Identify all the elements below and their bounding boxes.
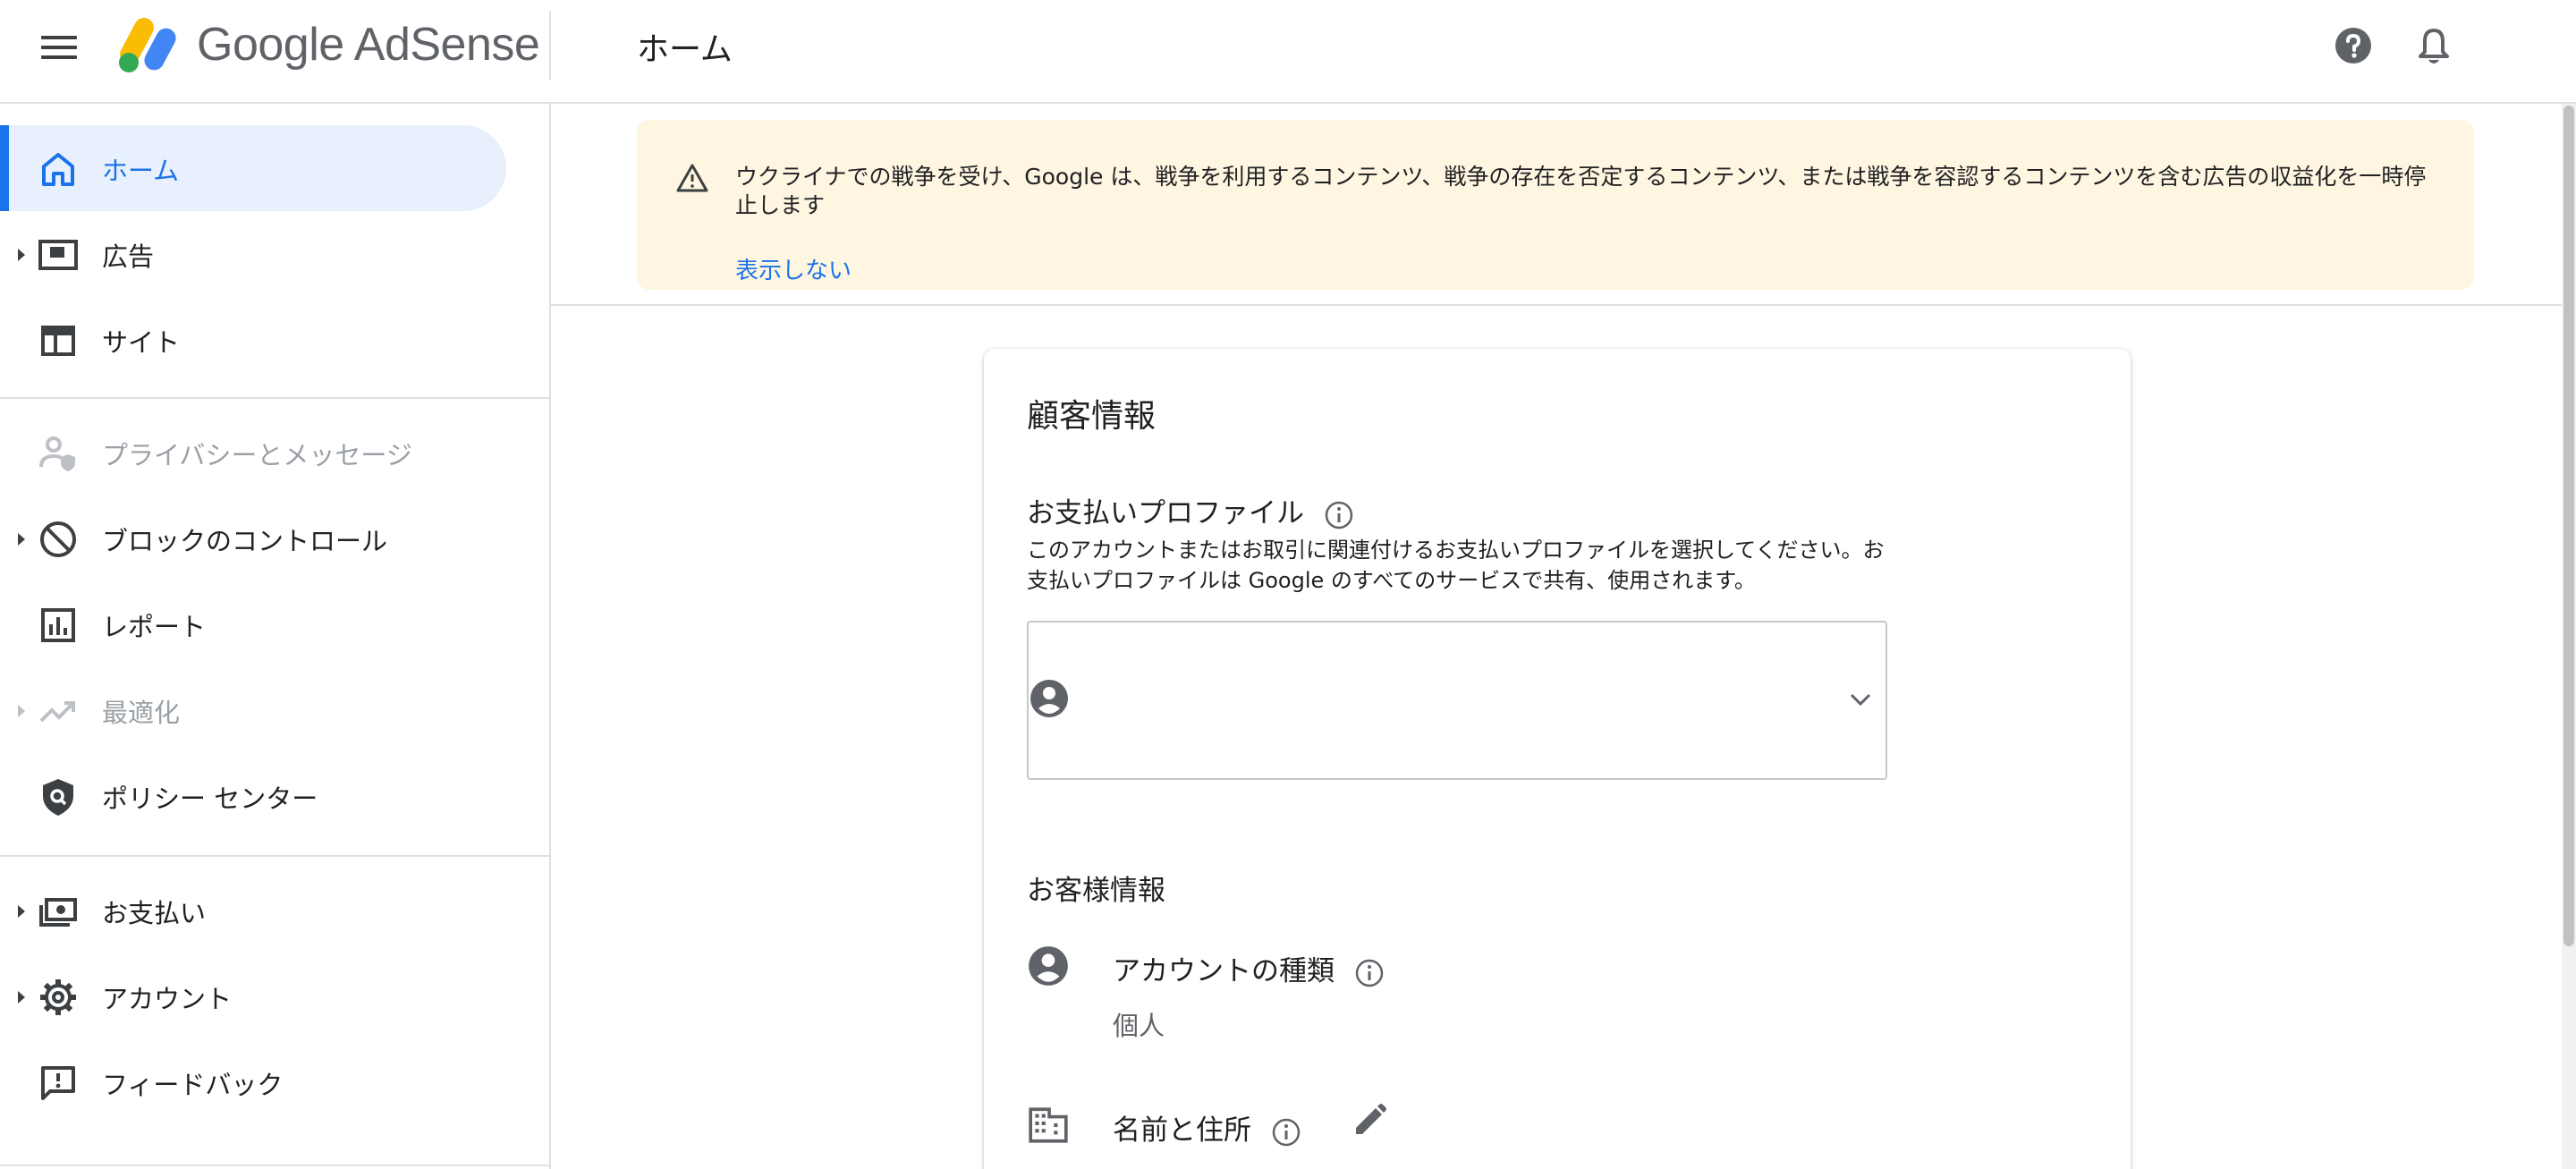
sidebar-item-label: お支払い [102,898,207,928]
sidebar-item-optimization: 最適化 [0,667,506,753]
info-icon[interactable] [1324,500,1354,530]
policy-shield-icon [43,779,73,816]
chevron-down-icon [1850,693,1871,707]
payments-icon [39,898,77,927]
main-scrollbar[interactable] [2562,104,2576,1169]
account-type-label: アカウントの種類 [1113,948,1385,988]
card-title: 顧客情報 [1027,398,1157,435]
sites-icon [41,326,75,356]
account-circle-icon [1029,946,1068,986]
sidebar-item-label: ポリシー センター [102,784,318,814]
sidebar-item-payments[interactable]: お支払い [0,868,506,953]
sidebar-item-blocking-controls[interactable]: ブロックのコントロール [0,496,506,581]
warning-icon [676,164,708,192]
top-app-bar: Google AdSense ホーム [0,0,2576,104]
info-icon[interactable] [1354,958,1385,988]
sidebar-item-label: フィードバック [102,1070,284,1100]
sidebar-divider [0,855,549,857]
header-divider [549,11,551,80]
info-icon[interactable] [1271,1117,1301,1148]
trending-up-icon [39,701,75,723]
privacy-icon [39,436,75,471]
payment-profile-heading: お支払いプロファイル [1027,490,1354,530]
notice-banner: ウクライナでの戦争を受け、Google は、戦争を利用するコンテンツ、戦争の存在… [637,120,2474,290]
expand-arrow-icon [18,249,25,261]
sidebar-item-label: 最適化 [102,698,181,728]
name-address-label-text: 名前と住所 [1113,1114,1251,1147]
sidebar-divider [0,397,549,399]
sidebar-item-feedback[interactable]: フィードバック [0,1039,506,1125]
scrollbar-thumb[interactable] [2563,106,2574,946]
sidebar-item-label: サイト [102,327,181,358]
sidebar-item-label: ホーム [102,156,180,186]
sidebar-item-label: アカウント [102,984,233,1014]
sidebar-item-reports[interactable]: レポート [0,581,506,667]
account-type-label-text: アカウントの種類 [1113,955,1335,987]
sidebar-item-label: レポート [102,612,207,642]
account-circle-icon [1030,680,1068,717]
gear-icon [40,979,76,1015]
payment-profile-label: お支払いプロファイル [1027,497,1304,529]
sidebar-divider [0,1165,549,1166]
home-icon [42,153,74,186]
report-icon [41,608,75,642]
ads-icon [38,240,78,270]
page-title: ホーム [637,31,733,68]
sidebar-item-label: プライバシーとメッセージ [102,440,412,470]
help-circle-icon[interactable] [2334,27,2372,64]
menu-icon[interactable] [41,32,77,63]
customer-info-heading: お客様情報 [1027,875,1165,907]
main-content: ウクライナでの戦争を受け、Google は、戦争を利用するコンテンツ、戦争の存在… [551,104,2562,1169]
payment-profile-description: このアカウントまたはお取引に関連付けるお支払いプロファイルを選択してください。お… [1027,538,1885,593]
name-address-label: 名前と住所 [1113,1107,1301,1148]
adsense-logo-icon [119,17,176,72]
feedback-icon [41,1066,75,1100]
expand-arrow-icon [18,533,25,546]
sidebar-item-ads[interactable]: 広告 [0,211,506,297]
expand-arrow-icon [18,905,25,918]
sidebar-item-account[interactable]: アカウント [0,953,506,1039]
customer-info-card: 顧客情報 お支払いプロファイル このアカウントまたはお取引に関連付けるお支払いプ… [984,349,2131,1169]
sidebar-item-sites[interactable]: サイト [0,297,506,383]
sidebar-nav: ホーム 広告 サイト プライバシーとメッセージ ブロックのコントロール レポート… [0,104,551,1169]
payment-profile-select[interactable] [1027,621,1887,780]
sidebar-item-label: ブロックのコントロール [102,526,388,556]
expand-arrow-icon [18,991,25,1004]
sidebar-item-label: 広告 [102,241,155,272]
edit-pencil-icon[interactable] [1351,1102,1388,1139]
block-icon [40,521,76,557]
dismiss-banner-link[interactable]: 表示しない [735,252,852,285]
bell-icon[interactable] [2415,25,2453,66]
content-divider [551,304,2562,306]
sidebar-item-home[interactable]: ホーム [0,125,506,211]
building-icon [1029,1107,1068,1143]
product-logo-text: Google AdSense [197,19,540,71]
sidebar-item-privacy-messages: プライバシーとメッセージ [0,410,506,496]
account-type-value: 個人 [1113,1011,1165,1041]
banner-message: ウクライナでの戦争を受け、Google は、戦争を利用するコンテンツ、戦争の存在… [735,164,2427,218]
expand-arrow-icon [18,705,25,717]
sidebar-item-policy-center[interactable]: ポリシー センター [0,753,506,839]
